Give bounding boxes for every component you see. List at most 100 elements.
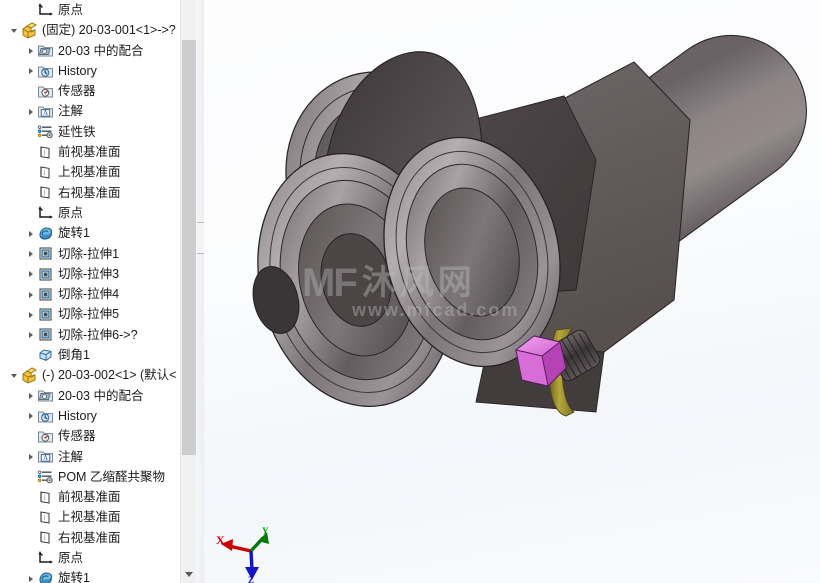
plane-icon (37, 164, 54, 181)
cut-extrude-icon (37, 266, 54, 283)
tree-row[interactable]: 倒角1 (0, 345, 180, 365)
feature-tree[interactable]: 原点 (固定) 20-03-001<1>->? 20-03 中的配合 History 传… (0, 0, 180, 583)
tree-row-label: 注解 (58, 104, 84, 119)
plane-icon (37, 489, 54, 506)
chevron-right-icon[interactable] (26, 568, 37, 583)
tree-row-label: 传感器 (58, 429, 96, 444)
chevron-right-icon[interactable] (26, 447, 37, 467)
tree-vertical-scrollbar[interactable] (180, 0, 197, 583)
tree-row-label: 前视基准面 (58, 145, 121, 160)
tree-row[interactable]: 前视基准面 (0, 142, 180, 162)
cut-extrude-icon (37, 326, 54, 343)
tree-row-label: 旋转1 (58, 571, 90, 583)
tree-row[interactable]: 原点 (0, 0, 180, 20)
chevron-right-icon[interactable] (26, 406, 37, 426)
chevron-down-icon[interactable] (181, 566, 197, 583)
chevron-down-icon[interactable] (10, 365, 21, 385)
assembly-3d-model (252, 34, 807, 417)
plane-icon (37, 144, 54, 161)
plane-icon (37, 184, 54, 201)
tree-row[interactable]: 切除-拉伸3 (0, 264, 180, 284)
tree-row[interactable]: 旋转1 (0, 568, 180, 583)
svg-text:A: A (43, 454, 48, 462)
tree-row[interactable]: 延性铁 (0, 122, 180, 142)
tree-row-label: 右视基准面 (58, 530, 121, 545)
tree-row[interactable]: A 注解 (0, 101, 180, 121)
origin-icon (37, 550, 54, 567)
chamfer-icon (37, 347, 54, 364)
tree-row[interactable]: POM 乙缩醛共聚物 (0, 467, 180, 487)
tree-row[interactable]: 传感器 (0, 81, 180, 101)
chevron-right-icon[interactable] (26, 325, 37, 345)
tree-row-label: History (58, 408, 97, 423)
chevron-right-icon[interactable] (26, 264, 37, 284)
tree-row-label: 20-03 中的配合 (58, 43, 144, 58)
revolve-icon (37, 225, 54, 242)
tree-row[interactable]: 右视基准面 (0, 528, 180, 548)
part-yellow-icon (21, 367, 38, 384)
tree-row[interactable]: 右视基准面 (0, 183, 180, 203)
chevron-right-icon[interactable] (26, 101, 37, 121)
tree-row[interactable]: 原点 (0, 203, 180, 223)
chevron-right-icon[interactable] (26, 244, 37, 264)
tree-row-label: 切除-拉伸5 (58, 307, 120, 322)
tree-row-label: (固定) 20-03-001<1>->? (42, 23, 176, 38)
tree-row[interactable]: 旋转1 (0, 223, 180, 243)
tree-row[interactable]: 20-03 中的配合 (0, 41, 180, 61)
sensors-icon (37, 83, 54, 100)
tree-row-label: 原点 (58, 551, 84, 566)
tree-row-label: 上视基准面 (58, 165, 121, 180)
chevron-down-icon[interactable] (10, 20, 21, 40)
scrollbar-thumb[interactable] (182, 40, 196, 455)
tree-row[interactable]: 传感器 (0, 426, 180, 446)
history-icon (37, 63, 54, 80)
tree-row[interactable]: 切除-拉伸4 (0, 284, 180, 304)
tree-row-label: 上视基准面 (58, 510, 121, 525)
tree-row[interactable]: 切除-拉伸5 (0, 304, 180, 324)
tree-row[interactable]: 20-03 中的配合 (0, 386, 180, 406)
tree-row-label: 原点 (58, 3, 84, 17)
tree-row-label: 切除-拉伸4 (58, 287, 120, 302)
tree-row[interactable]: 原点 (0, 548, 180, 568)
mates-folder-icon (37, 387, 54, 404)
chevron-right-icon[interactable] (26, 223, 37, 243)
tree-row[interactable]: 切除-拉伸1 (0, 244, 180, 264)
tree-row[interactable]: 上视基准面 (0, 507, 180, 527)
cut-extrude-icon (37, 245, 54, 262)
annotations-icon: A (37, 103, 54, 120)
graphics-viewport[interactable]: MF 沐风网 www.mfcad.com X Y Z (204, 0, 820, 583)
chevron-right-icon[interactable] (26, 41, 37, 61)
cut-extrude-icon (37, 286, 54, 303)
tree-row[interactable]: History (0, 406, 180, 426)
chevron-right-icon[interactable] (26, 61, 37, 81)
tree-row[interactable]: A 注解 (0, 447, 180, 467)
sensors-icon (37, 428, 54, 445)
tree-row-label: 前视基准面 (58, 490, 121, 505)
plane-icon (37, 509, 54, 526)
plane-icon (37, 529, 54, 546)
tree-row[interactable]: (固定) 20-03-001<1>->? (0, 20, 180, 40)
tree-row[interactable]: 上视基准面 (0, 162, 180, 182)
tree-row-label: 切除-拉伸6->? (58, 327, 138, 342)
material-icon (37, 468, 54, 485)
tree-row-label: (-) 20-03-002<1> (默认< (42, 368, 177, 383)
tree-row-label: 注解 (58, 449, 84, 464)
tree-row[interactable]: History (0, 61, 180, 81)
chevron-right-icon[interactable] (26, 284, 37, 304)
tree-row[interactable]: 前视基准面 (0, 487, 180, 507)
tree-row[interactable]: (-) 20-03-002<1> (默认< (0, 365, 180, 385)
tree-row-label: 20-03 中的配合 (58, 388, 144, 403)
tree-row-label: 传感器 (58, 84, 96, 99)
history-icon (37, 408, 54, 425)
chevron-right-icon[interactable] (26, 386, 37, 406)
part-yellow-icon (21, 22, 38, 39)
tree-row[interactable]: 切除-拉伸6->? (0, 325, 180, 345)
chevron-right-icon[interactable] (26, 304, 37, 324)
